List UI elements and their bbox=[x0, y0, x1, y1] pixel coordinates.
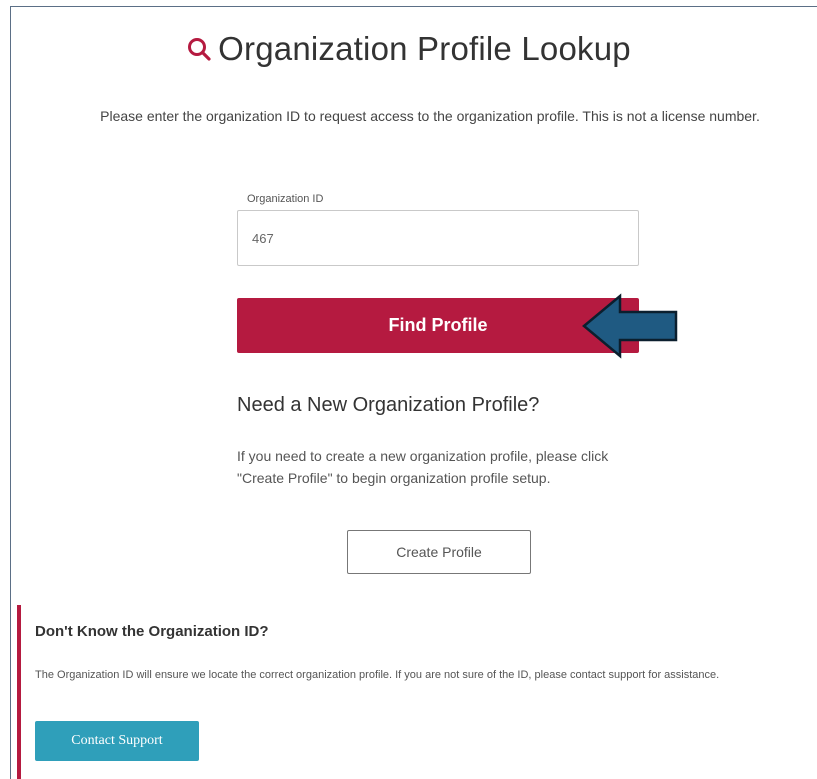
arrow-left-icon bbox=[582, 293, 678, 359]
page-title: Organization Profile Lookup bbox=[218, 30, 631, 67]
organization-id-input[interactable] bbox=[237, 210, 639, 266]
intro-text: Please enter the organization ID to requ… bbox=[100, 108, 760, 124]
new-profile-text: If you need to create a new organization… bbox=[237, 448, 609, 486]
page-header: Organization Profile Lookup bbox=[0, 30, 817, 68]
search-icon bbox=[188, 38, 211, 61]
help-text: The Organization ID will ensure we locat… bbox=[35, 669, 720, 681]
help-heading: Don't Know the Organization ID? bbox=[35, 623, 269, 640]
find-profile-button[interactable]: Find Profile bbox=[237, 298, 639, 353]
new-profile-heading: Need a New Organization Profile? bbox=[237, 394, 540, 416]
contact-support-button[interactable]: Contact Support bbox=[35, 721, 199, 761]
organization-id-label: Organization ID bbox=[247, 193, 324, 205]
create-profile-button[interactable]: Create Profile bbox=[347, 530, 531, 574]
help-callout: Don't Know the Organization ID? The Orga… bbox=[17, 605, 817, 779]
